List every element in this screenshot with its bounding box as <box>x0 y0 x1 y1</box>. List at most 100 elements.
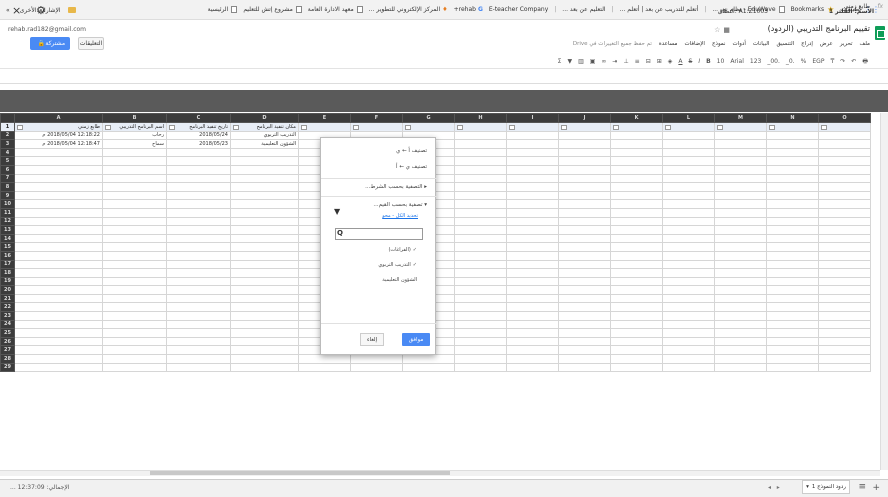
cell[interactable]: مكان تنفيذ البرنامج <box>230 122 299 132</box>
cell[interactable] <box>818 130 871 141</box>
cell[interactable] <box>610 293 663 304</box>
cell[interactable] <box>818 259 871 270</box>
cell[interactable] <box>714 285 767 295</box>
cell[interactable] <box>818 362 871 373</box>
row-number[interactable]: 18 <box>0 268 15 278</box>
cell[interactable] <box>662 182 715 192</box>
cell[interactable] <box>298 354 351 364</box>
cell[interactable] <box>166 302 231 313</box>
cell[interactable] <box>102 242 167 252</box>
menu-file[interactable]: ملف <box>860 41 870 47</box>
cell[interactable] <box>818 225 871 235</box>
cell[interactable] <box>662 268 715 278</box>
cell[interactable] <box>662 190 715 201</box>
cell[interactable] <box>610 199 663 209</box>
cell[interactable] <box>818 328 871 338</box>
cell[interactable] <box>818 139 871 149</box>
percent-button[interactable]: % <box>801 58 807 65</box>
cell[interactable] <box>766 199 819 209</box>
cell[interactable] <box>818 147 871 158</box>
cell[interactable] <box>610 233 663 244</box>
cell[interactable] <box>230 354 299 364</box>
cell[interactable] <box>102 173 167 184</box>
cell[interactable] <box>14 319 103 330</box>
cell[interactable] <box>14 250 103 261</box>
cell[interactable] <box>662 199 715 209</box>
cell[interactable] <box>14 336 103 347</box>
row-number[interactable]: 4 <box>0 147 15 158</box>
insert-link-icon[interactable]: ∞ <box>601 58 606 65</box>
cell[interactable] <box>102 276 167 287</box>
cell[interactable] <box>102 311 167 321</box>
cell[interactable] <box>506 173 559 184</box>
row-number[interactable]: 11 <box>0 207 15 218</box>
cell[interactable] <box>818 336 871 347</box>
horizontal-scroll-thumb[interactable] <box>150 471 450 475</box>
row-number[interactable]: 3 <box>0 139 15 149</box>
cell[interactable] <box>818 156 871 166</box>
filter-dropdown-icon[interactable] <box>353 124 359 130</box>
cell[interactable] <box>506 362 559 373</box>
cell[interactable] <box>506 216 559 227</box>
cell[interactable] <box>766 216 819 227</box>
cell[interactable] <box>506 285 559 295</box>
cell[interactable] <box>662 164 715 175</box>
cell[interactable] <box>506 207 559 218</box>
bookmark-item[interactable]: معهد الادارة العامة <box>308 6 363 13</box>
sheet-tab[interactable]: ردود النموذج 1 ▾ <box>802 480 850 494</box>
column-header[interactable]: L <box>662 113 715 123</box>
filter-dropdown-icon[interactable] <box>561 124 567 130</box>
cell[interactable] <box>14 345 103 356</box>
cell[interactable] <box>14 225 103 235</box>
cell[interactable] <box>454 276 507 287</box>
cell[interactable] <box>714 354 767 364</box>
column-header[interactable]: A <box>14 113 103 123</box>
cell[interactable] <box>166 164 231 175</box>
cell[interactable] <box>610 173 663 184</box>
cell[interactable] <box>102 302 167 313</box>
cell[interactable] <box>558 250 611 261</box>
menu-edit[interactable]: تحرير <box>840 41 853 47</box>
cell[interactable] <box>350 362 403 373</box>
cell[interactable] <box>506 293 559 304</box>
cell[interactable] <box>662 216 715 227</box>
cell[interactable] <box>102 190 167 201</box>
increase-decimal-button[interactable]: .00_ <box>767 58 780 65</box>
row-number[interactable]: 24 <box>0 319 15 330</box>
filter-dropdown-icon[interactable] <box>717 124 723 130</box>
strikethrough-button[interactable]: S <box>689 58 693 65</box>
menu-format[interactable]: التنسيق <box>776 41 794 47</box>
cell[interactable] <box>610 190 663 201</box>
cell[interactable] <box>298 122 351 132</box>
cell[interactable] <box>610 285 663 295</box>
cell[interactable] <box>714 250 767 261</box>
cell[interactable] <box>102 156 167 166</box>
filter-dropdown-icon[interactable] <box>405 124 411 130</box>
menu-tools[interactable]: أدوات <box>733 41 746 47</box>
cell[interactable] <box>662 336 715 347</box>
cell[interactable] <box>506 345 559 356</box>
cell[interactable] <box>506 156 559 166</box>
folder-move-icon[interactable]: ■ <box>723 26 733 34</box>
cell[interactable] <box>506 311 559 321</box>
more-formats-button[interactable]: 123 <box>750 58 761 65</box>
cell[interactable] <box>558 259 611 270</box>
document-title[interactable]: تقييم البرنامج التدريبي (الردود) <box>768 24 870 33</box>
cell[interactable] <box>714 207 767 218</box>
paint-format-icon[interactable]: ₸ <box>830 58 834 65</box>
cell[interactable] <box>102 207 167 218</box>
column-header[interactable]: E <box>298 113 351 123</box>
cell[interactable] <box>714 276 767 287</box>
cell[interactable] <box>610 182 663 192</box>
cell[interactable] <box>714 268 767 278</box>
cell[interactable] <box>558 147 611 158</box>
cell[interactable] <box>166 259 231 270</box>
search-input[interactable] <box>335 228 423 240</box>
cell[interactable] <box>166 354 231 364</box>
column-header[interactable]: H <box>454 113 507 123</box>
cell[interactable]: سماح <box>102 139 167 149</box>
cell[interactable] <box>610 216 663 227</box>
cell[interactable] <box>166 319 231 330</box>
cell[interactable] <box>14 156 103 166</box>
cell[interactable] <box>350 122 403 132</box>
